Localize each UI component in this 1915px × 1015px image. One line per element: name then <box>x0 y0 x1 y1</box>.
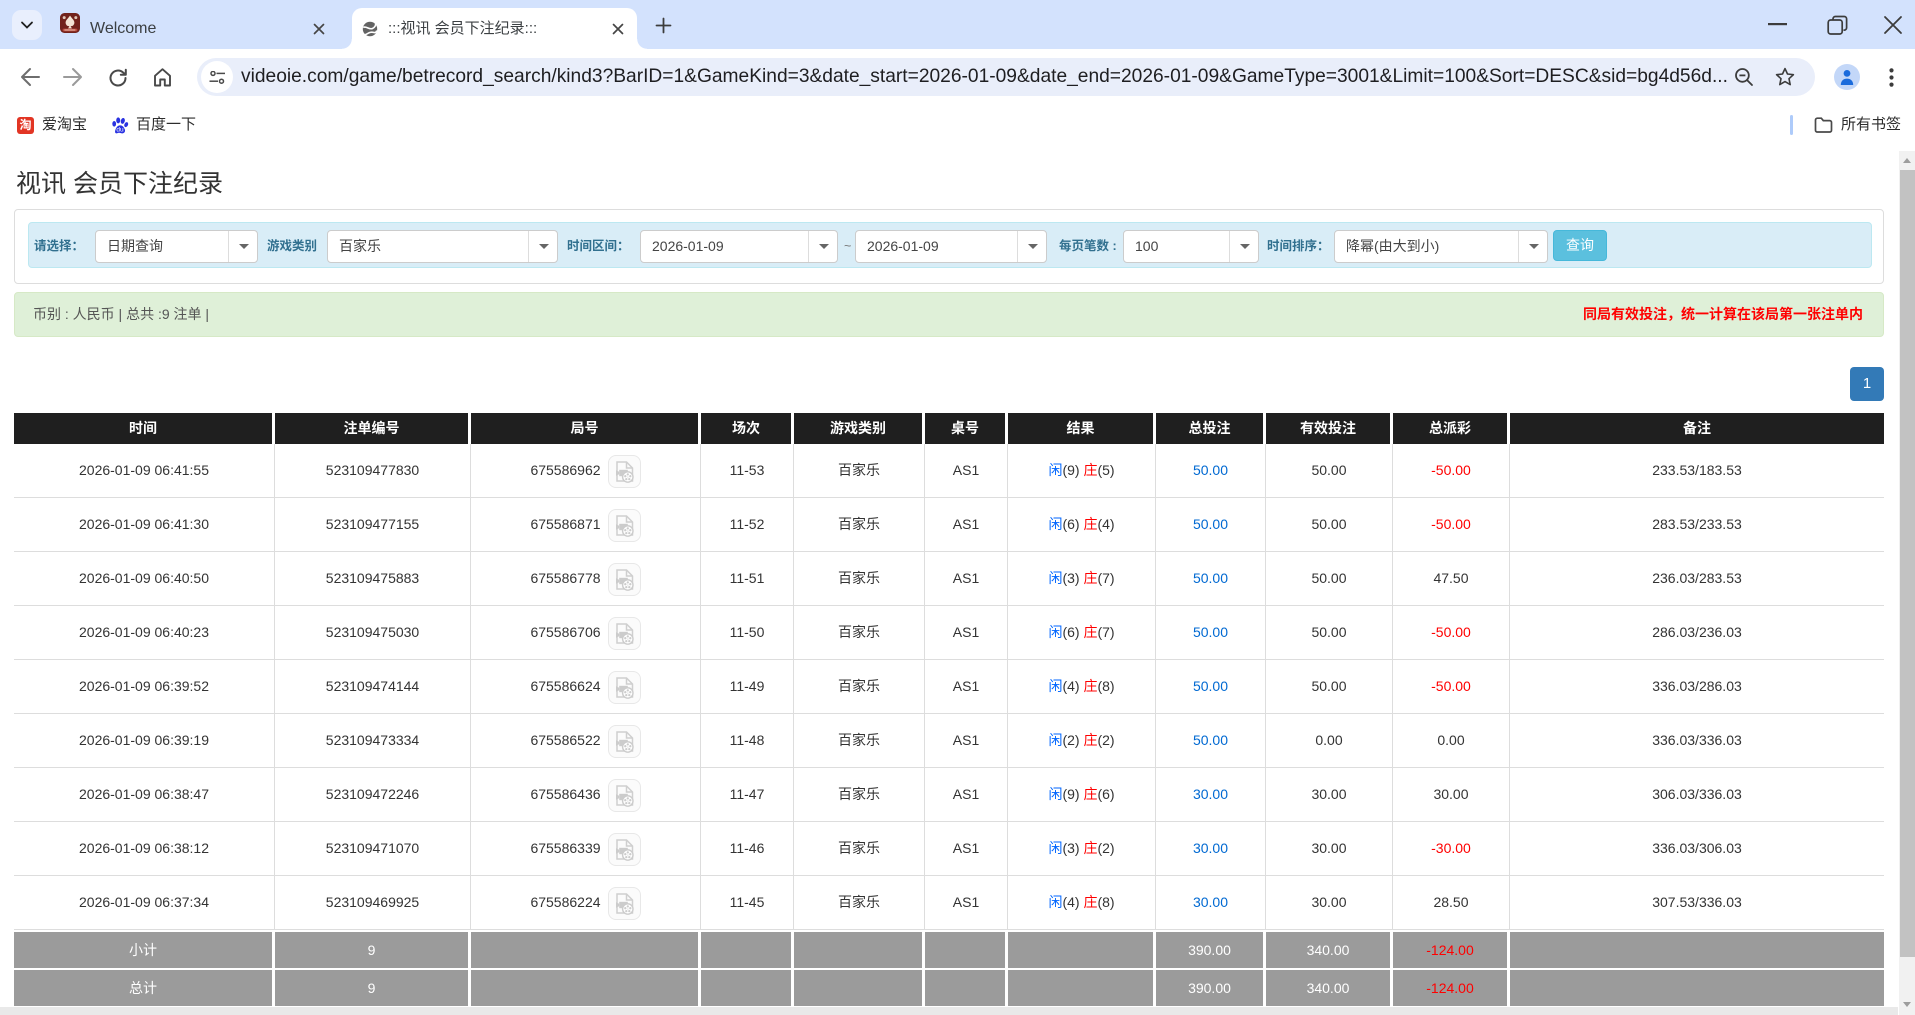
svg-text:du: du <box>116 127 124 134</box>
